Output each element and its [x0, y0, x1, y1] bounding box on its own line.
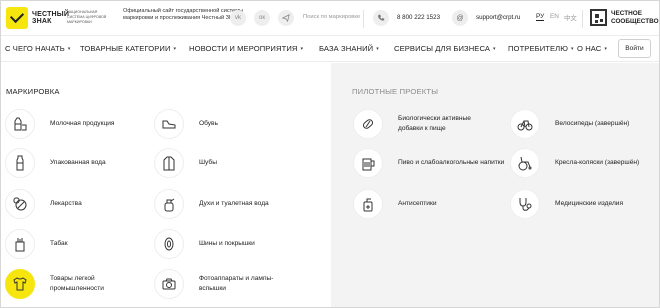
- pilot-label: Медицинские изделия: [555, 200, 624, 207]
- supplement-icon: [353, 109, 383, 139]
- chevron-down-icon: ▾: [571, 46, 574, 52]
- chevron-down-icon: ▾: [376, 46, 379, 52]
- partner-line2: СООБЩЕСТВО: [611, 17, 659, 25]
- category-perfume[interactable]: Духи и туалетная вода: [154, 189, 269, 219]
- nav-item-getting-started[interactable]: С ЧЕГО НАЧАТЬ ▾: [5, 44, 70, 53]
- nav-item-knowledge-base[interactable]: БАЗА ЗНАНИЙ ▾: [319, 44, 379, 53]
- pilot-bicycles[interactable]: Велосипеды (завершён): [510, 109, 629, 139]
- login-button[interactable]: Войти: [618, 39, 651, 58]
- language-zh[interactable]: 中文: [564, 13, 577, 22]
- category-label: Фотоаппараты и лампы-вспышки: [199, 275, 274, 292]
- telegram-icon[interactable]: [278, 10, 294, 26]
- medicine-icon: [5, 189, 35, 219]
- category-shoes[interactable]: Обувь: [154, 109, 218, 139]
- partner-qr-icon[interactable]: [590, 9, 607, 26]
- chevron-down-icon: ▾: [67, 46, 71, 52]
- pilot-projects-panel: [331, 63, 659, 307]
- logo[interactable]: ЧЕСТНЫЙ ЗНАК: [6, 7, 69, 29]
- tobacco-icon: [5, 229, 35, 259]
- wheelchair-icon: [510, 148, 540, 178]
- chevron-down-icon: ▾: [604, 46, 608, 52]
- chevron-down-icon: ▾: [173, 46, 177, 52]
- category-label: Молочная продукция: [50, 120, 115, 127]
- milk-icon: [5, 109, 35, 139]
- support-email[interactable]: support@crpt.ru: [476, 14, 520, 21]
- marking-title: МАРКИРОВКА: [6, 87, 60, 96]
- nav-item-categories[interactable]: ТОВАРНЫЕ КАТЕГОРИИ ▾: [80, 44, 176, 53]
- category-label: Обувь: [199, 120, 218, 127]
- partner-logo-text[interactable]: ЧЕСТНОЕ СООБЩЕСТВО: [611, 10, 659, 25]
- category-label: Шубы: [199, 159, 217, 166]
- pilot-label: Велосипеды (завершён): [555, 120, 630, 127]
- pilot-medical-devices[interactable]: Медицинские изделия: [510, 189, 623, 219]
- pilot-beer[interactable]: Пиво и слабоалкогольные напитки: [353, 148, 508, 178]
- pilot-label: Биологически активные добавки к пище: [398, 115, 471, 132]
- logo-check-icon: [6, 7, 28, 29]
- beer-icon: [353, 148, 383, 178]
- pilot-label: Антисептики: [398, 200, 437, 207]
- tire-icon: [154, 229, 184, 259]
- category-label: Упакованная вода: [50, 159, 106, 166]
- language-ru[interactable]: РУ: [536, 13, 545, 21]
- category-light-industry[interactable]: Товары легкой промышленности: [5, 269, 130, 299]
- category-label: Шины и покрышки: [199, 240, 255, 247]
- pilot-wheelchairs[interactable]: Кресла-коляски (завершён): [510, 148, 639, 178]
- antiseptic-icon: [353, 189, 383, 219]
- category-label: Духи и туалетная вода: [199, 200, 269, 207]
- ok-icon[interactable]: ок: [254, 10, 270, 26]
- nav-item-consumer[interactable]: ПОТРЕБИТЕЛЮ ▾: [508, 44, 574, 53]
- tshirt-icon: [5, 269, 35, 299]
- nav-item-about[interactable]: О НАС ▾: [577, 44, 607, 53]
- fur-coat-icon: [154, 148, 184, 178]
- support-phone[interactable]: 8 800 222 1523: [397, 14, 440, 21]
- pilot-projects-title: ПИЛОТНЫЕ ПРОЕКТЫ: [352, 87, 439, 96]
- nav-item-news[interactable]: НОВОСТИ И МЕРОПРИЯТИЯ ▾: [189, 44, 303, 53]
- category-label: Табак: [50, 240, 68, 247]
- category-milk[interactable]: Молочная продукция: [5, 109, 115, 139]
- email-icon: @: [452, 10, 468, 26]
- pilot-antiseptics[interactable]: Антисептики: [353, 189, 437, 219]
- category-tires[interactable]: Шины и покрышки: [154, 229, 255, 259]
- logo-line1: ЧЕСТНЫЙ: [32, 11, 70, 18]
- shoe-icon: [154, 109, 184, 139]
- water-bottle-icon: [5, 148, 35, 178]
- vk-icon[interactable]: vk: [230, 10, 246, 26]
- page: ЧЕСТНЫЙ ЗНАК НАЦИОНАЛЬНАЯ СИСТЕМА ЦИФРОВ…: [0, 0, 660, 308]
- category-medicine[interactable]: Лекарства: [5, 189, 82, 219]
- chevron-down-icon: ▾: [493, 46, 496, 52]
- chevron-down-icon: ▾: [300, 46, 304, 52]
- category-water[interactable]: Упакованная вода: [5, 148, 106, 178]
- stethoscope-icon: [510, 189, 540, 219]
- divider: [582, 10, 583, 28]
- divider: [363, 10, 364, 28]
- pilot-supplements[interactable]: Биологически активные добавки к пище: [353, 109, 493, 139]
- logo-line2: ЗНАК: [32, 18, 52, 25]
- category-cameras[interactable]: Фотоаппараты и лампы-вспышки: [154, 269, 289, 299]
- language-en[interactable]: EN: [550, 13, 559, 20]
- pilot-label: Кресла-коляски (завершён): [555, 159, 640, 166]
- bicycle-icon: [510, 109, 540, 139]
- perfume-icon: [154, 189, 184, 219]
- pilot-label: Пиво и слабоалкогольные напитки: [398, 159, 505, 166]
- camera-icon: [154, 269, 184, 299]
- partner-line1: ЧЕСТНОЕ: [611, 10, 642, 17]
- category-label: Товары легкой промышленности: [50, 275, 104, 292]
- nav-item-business-services[interactable]: СЕРВИСЫ ДЛЯ БИЗНЕСА ▾: [394, 44, 496, 53]
- category-furs[interactable]: Шубы: [154, 148, 217, 178]
- phone-icon: [373, 10, 389, 26]
- search-input[interactable]: Поиск по маркировке: [303, 14, 360, 20]
- logo-subtitle: НАЦИОНАЛЬНАЯ СИСТЕМА ЦИФРОВОЙ МАРКИРОВКИ: [67, 10, 107, 24]
- category-tobacco[interactable]: Табак: [5, 229, 68, 259]
- category-label: Лекарства: [50, 200, 82, 207]
